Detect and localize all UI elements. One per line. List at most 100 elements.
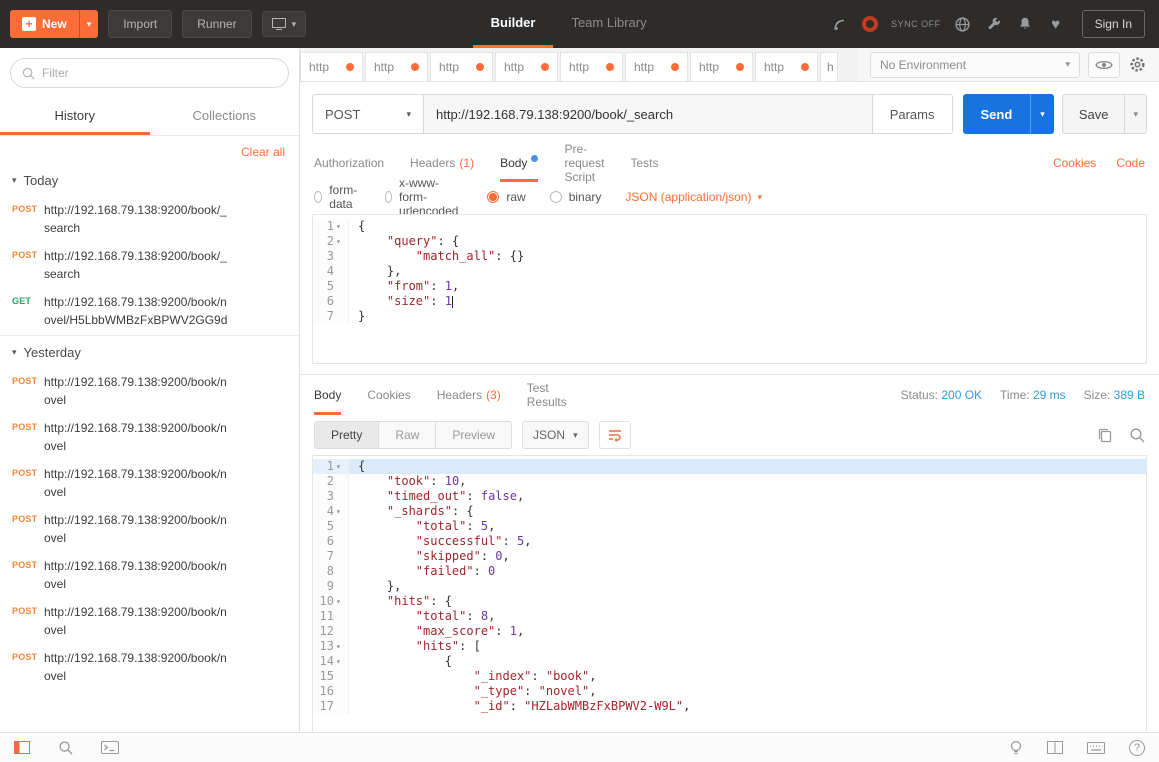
environment-label: No Environment: [880, 58, 966, 72]
view-raw[interactable]: Raw: [379, 422, 436, 448]
nav-tab-builder[interactable]: Builder: [473, 0, 554, 48]
environment-select[interactable]: No Environment ▾: [870, 52, 1080, 78]
history-item[interactable]: POSThttp://192.168.79.138:9200/book/nove…: [0, 645, 299, 691]
code-text: "took": 10,: [349, 474, 1146, 489]
import-button[interactable]: Import: [108, 10, 172, 38]
request-tab-headers[interactable]: Headers(1): [410, 144, 474, 182]
open-request-tab[interactable]: http: [625, 52, 688, 81]
open-request-tab[interactable]: http: [300, 52, 363, 81]
open-request-tab-label: http: [569, 60, 589, 74]
two-pane-view-button[interactable]: [1047, 741, 1063, 754]
unsaved-dot-icon: [346, 63, 354, 71]
nav-tab-team-library[interactable]: Team Library: [553, 0, 664, 48]
code-link[interactable]: Code: [1116, 156, 1145, 170]
history-item[interactable]: GEThttp://192.168.79.138:9200/book/novel…: [0, 289, 299, 335]
response-tabs: Body Cookies Headers(3) Test Results: [314, 375, 567, 415]
save-button[interactable]: Save: [1062, 94, 1126, 134]
body-mode-form-data[interactable]: form-data: [314, 183, 361, 211]
wrap-text-button[interactable]: [599, 421, 631, 449]
method-select[interactable]: POST ▾: [312, 94, 424, 134]
sign-in-button[interactable]: Sign In: [1082, 10, 1145, 38]
request-url: http://192.168.79.138:9200/book/novel: [44, 511, 289, 547]
params-button[interactable]: Params: [873, 94, 953, 134]
send-button[interactable]: Send: [963, 94, 1031, 134]
copy-button[interactable]: [1097, 427, 1113, 443]
open-request-tab[interactable]: http: [690, 52, 753, 81]
response-tab-headers[interactable]: Headers(3): [437, 375, 501, 415]
shortcuts-button[interactable]: [1087, 742, 1105, 754]
save-dropdown-caret-icon[interactable]: ▾: [1125, 94, 1147, 134]
history-item[interactable]: POSThttp://192.168.79.138:9200/book/nove…: [0, 507, 299, 553]
fold-caret-icon[interactable]: ▾: [336, 234, 345, 249]
send-dropdown-caret-icon[interactable]: ▾: [1030, 94, 1054, 134]
sidebar-tab-history[interactable]: History: [0, 98, 150, 135]
open-request-tab[interactable]: http: [430, 52, 493, 81]
fold-caret-icon[interactable]: ▾: [336, 594, 345, 609]
request-method-label: POST: [12, 373, 44, 409]
response-language-select[interactable]: JSON ▾: [522, 421, 589, 449]
fold-caret-icon[interactable]: ▾: [336, 654, 345, 669]
history-item[interactable]: POSThttp://192.168.79.138:9200/book/nove…: [0, 415, 299, 461]
environment-quick-look-button[interactable]: [1088, 52, 1120, 78]
view-pretty[interactable]: Pretty: [315, 422, 379, 448]
fold-caret-icon[interactable]: ▾: [336, 459, 345, 474]
request-tab-authorization[interactable]: Authorization: [314, 144, 384, 182]
interceptor-button[interactable]: ▾: [262, 11, 307, 37]
response-meta-item: Status: 200 OK: [901, 388, 982, 402]
fold-caret-icon[interactable]: ▾: [336, 504, 345, 519]
new-dropdown-caret-icon[interactable]: ▾: [79, 10, 99, 38]
help-button[interactable]: ?: [1129, 740, 1145, 756]
response-tab-body[interactable]: Body: [314, 375, 341, 415]
sidebar-tab-collections[interactable]: Collections: [150, 98, 300, 135]
open-request-tab[interactable]: http: [495, 52, 558, 81]
open-request-tab[interactable]: http: [365, 52, 428, 81]
settings-gear-button[interactable]: [1128, 55, 1147, 74]
copy-icon: [1097, 427, 1113, 443]
history-item[interactable]: POSThttp://192.168.79.138:9200/book/_sea…: [0, 243, 299, 289]
body-mode-binary[interactable]: binary: [550, 190, 602, 204]
wrench-icon[interactable]: [985, 15, 1003, 33]
filter-input[interactable]: [42, 66, 277, 80]
history-item[interactable]: POSThttp://192.168.79.138:9200/book/nove…: [0, 553, 299, 599]
globe-icon[interactable]: [954, 15, 972, 33]
response-tab-cookies[interactable]: Cookies: [367, 375, 410, 415]
bell-icon[interactable]: [1016, 15, 1034, 33]
console-button[interactable]: [101, 741, 119, 754]
history-item[interactable]: POSThttp://192.168.79.138:9200/book/nove…: [0, 461, 299, 507]
new-button[interactable]: + New: [10, 10, 79, 38]
global-search-button[interactable]: [58, 740, 73, 755]
cookies-link[interactable]: Cookies: [1053, 156, 1096, 170]
body-mode-x-www-form-urlencoded[interactable]: x-www-form-urlencoded: [385, 176, 463, 218]
url-input[interactable]: [424, 94, 873, 134]
open-request-tab[interactable]: http: [560, 52, 623, 81]
request-tab-pre-request-script[interactable]: Pre-request Script: [564, 144, 604, 182]
sync-signal-icon[interactable]: [831, 15, 849, 33]
history-group-header[interactable]: ▾Today: [0, 164, 299, 197]
runner-button[interactable]: Runner: [182, 10, 251, 38]
open-request-tab[interactable]: http: [755, 52, 818, 81]
request-url: http://192.168.79.138:9200/book/novel: [44, 373, 289, 409]
history-item[interactable]: POSThttp://192.168.79.138:9200/book/nove…: [0, 369, 299, 415]
fold-caret-icon[interactable]: ▾: [336, 219, 345, 234]
sync-status-icon[interactable]: [862, 16, 878, 32]
raw-language-select[interactable]: JSON (application/json) ▾: [625, 190, 762, 204]
request-body-editor[interactable]: 1▾{2▾ "query": {3 "match_all": {}4 },5 "…: [312, 214, 1147, 364]
response-tab-test-results[interactable]: Test Results: [527, 375, 567, 415]
history-item[interactable]: POSThttp://192.168.79.138:9200/book/nove…: [0, 599, 299, 645]
line-number: 13▾: [313, 639, 349, 654]
request-tab-tests[interactable]: Tests: [630, 144, 658, 182]
bootcamp-button[interactable]: [1009, 740, 1023, 756]
search-response-button[interactable]: [1129, 427, 1145, 443]
open-request-tab-partial[interactable]: h: [820, 52, 838, 81]
heart-icon[interactable]: ♥: [1047, 15, 1065, 33]
view-preview[interactable]: Preview: [436, 422, 511, 448]
history-item[interactable]: POSThttp://192.168.79.138:9200/book/_sea…: [0, 197, 299, 243]
fold-caret-icon[interactable]: ▾: [336, 639, 345, 654]
history-group-header[interactable]: ▾Yesterday: [0, 335, 299, 369]
line-number: 4: [313, 264, 349, 279]
clear-all-link[interactable]: Clear all: [0, 136, 299, 164]
line-number: 1▾: [313, 219, 349, 234]
body-mode-raw[interactable]: raw: [487, 190, 525, 204]
toggle-sidebar-button[interactable]: [14, 741, 30, 754]
request-tab-body[interactable]: Body: [500, 144, 538, 182]
